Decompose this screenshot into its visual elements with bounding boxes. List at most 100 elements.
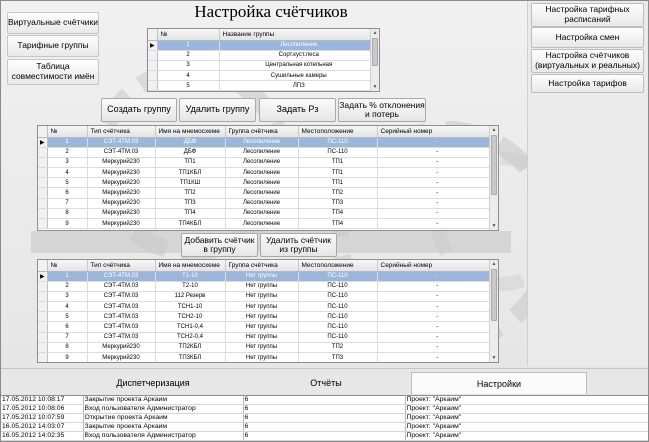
ungrouped-meters-grid[interactable]: № Тип счётчика Имя на мнемосхеме Группа счё… <box>37 259 499 363</box>
ungrouped-meters-scrollbar[interactable]: ▲ ▼ <box>489 260 498 362</box>
scroll-up-icon[interactable]: ▲ <box>490 126 498 134</box>
table-cell: ПС-110 <box>298 301 378 313</box>
table-row[interactable]: 8 Меркурий230 ТП4 Лесопиление ТП4- <box>38 208 498 220</box>
column-header[interactable]: Имя на мнемосхеме <box>155 260 226 272</box>
log-cell: Проект: "Аркаим" <box>405 422 648 432</box>
table-row[interactable]: 2 Сорт.куст.леса <box>148 50 379 61</box>
table-row[interactable]: 4 Меркурий230 ТП1КБЛ Лесопиление ТП1- <box>38 167 498 179</box>
table-row[interactable]: 3 Центральная котельная <box>148 60 379 72</box>
scroll-down-icon[interactable]: ▼ <box>371 83 379 91</box>
row-header <box>38 167 48 179</box>
column-header[interactable]: № <box>47 126 88 138</box>
scroll-thumb[interactable] <box>372 38 378 66</box>
table-row[interactable]: 4 Сушильные камеры <box>148 70 379 82</box>
name-compat-table-button[interactable]: Таблица совместимости имён <box>7 59 99 85</box>
table-row[interactable]: ▶ 1 СЭТ-4ТМ.03 ДБФ Лесопиление ПС-110- <box>38 137 498 148</box>
table-cell: СЭТ-4ТМ.03 <box>87 311 156 323</box>
log-cell: 16.05.2012 14:03:07 <box>1 422 84 432</box>
column-header[interactable]: Местоположение <box>298 260 378 272</box>
tariff-schedules-button[interactable]: Настройка тарифных расписаний <box>531 3 644 27</box>
table-row[interactable]: 9 Меркурий230 ТП4КБЛ Лесопиление ТП4- <box>38 218 498 230</box>
column-header[interactable]: Имя на мнемосхеме <box>155 126 226 138</box>
set-pz-button[interactable]: Задать Рз <box>259 98 336 122</box>
table-cell: 1 <box>47 137 88 148</box>
table-row[interactable]: 6 СЭТ-4ТМ.03 ТСН1-0,4 Нет группы ПС-110- <box>38 321 498 333</box>
column-header[interactable]: Группа счётчика <box>225 260 299 272</box>
table-cell: ТП1 <box>298 157 378 169</box>
table-row[interactable]: ▶ 1 Лесопиление <box>148 40 379 51</box>
table-row[interactable]: 6 Меркурий230 ТП2 Лесопиление ТП2- <box>38 187 498 199</box>
column-header[interactable]: № <box>47 260 88 272</box>
table-row[interactable]: 2 СЭТ-4ТМ.03 ДБФ Лесопиление ПС-110- <box>38 147 498 158</box>
table-cell: Меркурий230 <box>87 157 156 169</box>
table-cell: 1 <box>157 40 220 51</box>
table-row[interactable]: 3 СЭТ-4ТМ.03 112 Резерв Нет группы ПС-110- <box>38 291 498 303</box>
app-window: Виртуальные счётчики Тарифные группы Таб… <box>0 0 649 442</box>
scroll-thumb[interactable] <box>491 135 497 195</box>
scroll-up-icon[interactable]: ▲ <box>490 260 498 268</box>
table-row[interactable]: 9 Меркурий230 ТП3КБЛ Нет группы ТП3- <box>38 352 498 362</box>
scroll-down-icon[interactable]: ▼ <box>490 354 498 362</box>
delete-group-button[interactable]: Удалить группу <box>179 98 256 122</box>
group-meters-scrollbar[interactable]: ▲ ▼ <box>489 126 498 230</box>
groups-scrollbar[interactable]: ▲ ▼ <box>370 29 379 91</box>
column-header[interactable]: Группа счётчика <box>225 126 299 138</box>
table-cell: 2 <box>157 50 220 61</box>
column-header[interactable]: Тип счётчика <box>87 260 156 272</box>
row-header <box>148 60 158 72</box>
column-header[interactable]: № <box>157 29 220 41</box>
log-row[interactable]: 17.05.2012 10:08:06 Вход пользователя Адм… <box>1 404 648 414</box>
table-row[interactable]: 2 СЭТ-4ТМ.03 Т2-10 Нет группы ПС-110- <box>38 281 498 292</box>
column-header[interactable]: Серийный номер <box>377 126 498 138</box>
remove-meter-from-group-button[interactable]: Удалить счётчик из группы <box>260 233 337 257</box>
tab-dispatching[interactable]: Диспетчеризация <box>69 372 237 394</box>
table-row[interactable]: 7 Меркурий230 ТП3 Лесопиление ТП3- <box>38 198 498 209</box>
log-row[interactable]: 17.05.2012 10:08:17 Закрытие проекта Арка… <box>1 396 648 405</box>
table-cell: ПС-110 <box>298 281 378 292</box>
scroll-up-icon[interactable]: ▲ <box>371 29 379 37</box>
shifts-settings-button[interactable]: Настройка смен <box>531 27 644 48</box>
table-cell: Лесопиление <box>225 167 299 179</box>
column-header[interactable]: Серийный номер <box>377 260 498 272</box>
add-meter-to-group-button[interactable]: Добавить счётчик в группу <box>181 233 258 257</box>
virtual-meters-button[interactable]: Виртуальные счётчики <box>7 12 99 34</box>
scroll-down-icon[interactable]: ▼ <box>490 222 498 230</box>
table-cell: Лесопиление <box>225 218 299 230</box>
table-cell: Сорт.куст.леса <box>219 50 379 61</box>
column-header[interactable]: Название группы <box>219 29 379 41</box>
scroll-thumb[interactable] <box>491 269 497 321</box>
table-cell: СЭТ-4ТМ.03 <box>87 291 156 303</box>
table-row[interactable]: 5 Меркурий230 ТП1КШ Лесопиление ТП1- <box>38 177 498 189</box>
tariff-groups-button[interactable]: Тарифные группы <box>7 35 99 57</box>
table-row[interactable]: 5 СЭТ-4ТМ.03 ТСН2-10 Нет группы ПС-110- <box>38 311 498 323</box>
table-row[interactable]: 8 Меркурий230 ТП2КБЛ Нет группы ТП2- <box>38 342 498 354</box>
page-title: Настройка счётчиков <box>194 2 348 21</box>
table-cell: 9 <box>47 352 88 362</box>
table-cell: Т1-10 <box>155 271 226 282</box>
table-cell: ПС-110 <box>298 291 378 303</box>
column-header[interactable]: Тип счётчика <box>87 126 156 138</box>
log-row[interactable]: 17.05.2012 10:07:59 Открытие проекта Арка… <box>1 413 648 423</box>
log-row[interactable]: 16.05.2012 14:03:07 Закрытие проекта Арка… <box>1 422 648 432</box>
table-row[interactable]: ▶ 1 СЭТ-4ТМ.03 Т1-10 Нет группы ПС-110- <box>38 271 498 282</box>
log-cell: 6 <box>243 431 406 441</box>
groups-grid[interactable]: № Название группы ▶ 1 Лесопиление 2 Сорт.кус… <box>147 28 380 92</box>
table-row[interactable]: 3 Меркурий230 ТП1 Лесопиление ТП1- <box>38 157 498 169</box>
set-deviation-button[interactable]: Задать % отклонения и потерь <box>338 98 426 122</box>
tariffs-settings-button[interactable]: Настройка тарифов <box>531 74 644 93</box>
table-cell: ТП1 <box>298 167 378 179</box>
create-group-button[interactable]: Создать группу <box>101 98 177 122</box>
group-meters-grid[interactable]: № Тип счётчика Имя на мнемосхеме Группа счё… <box>37 125 499 231</box>
tab-reports[interactable]: Отчёты <box>241 372 411 394</box>
table-cell: - <box>377 157 498 169</box>
event-log[interactable]: 17.05.2012 10:08:17 Закрытие проекта Арка… <box>1 395 648 441</box>
log-row[interactable]: 16.05.2012 14:02:35 Вход пользователя Адм… <box>1 431 648 441</box>
meters-settings-button[interactable]: Настройка счётчиков (виртуальных и реаль… <box>531 49 644 73</box>
table-row[interactable]: 4 СЭТ-4ТМ.03 ТСН1-10 Нет группы ПС-110- <box>38 301 498 313</box>
table-cell: 5 <box>47 177 88 189</box>
table-cell: Меркурий230 <box>87 208 156 220</box>
tab-settings[interactable]: Настройки <box>411 372 587 394</box>
column-header[interactable]: Местоположение <box>298 126 378 138</box>
table-row[interactable]: 7 СЭТ-4ТМ.03 ТСН2-0,4 Нет группы ПС-110- <box>38 332 498 343</box>
table-row[interactable]: 5 ЛПЗ <box>148 80 379 91</box>
